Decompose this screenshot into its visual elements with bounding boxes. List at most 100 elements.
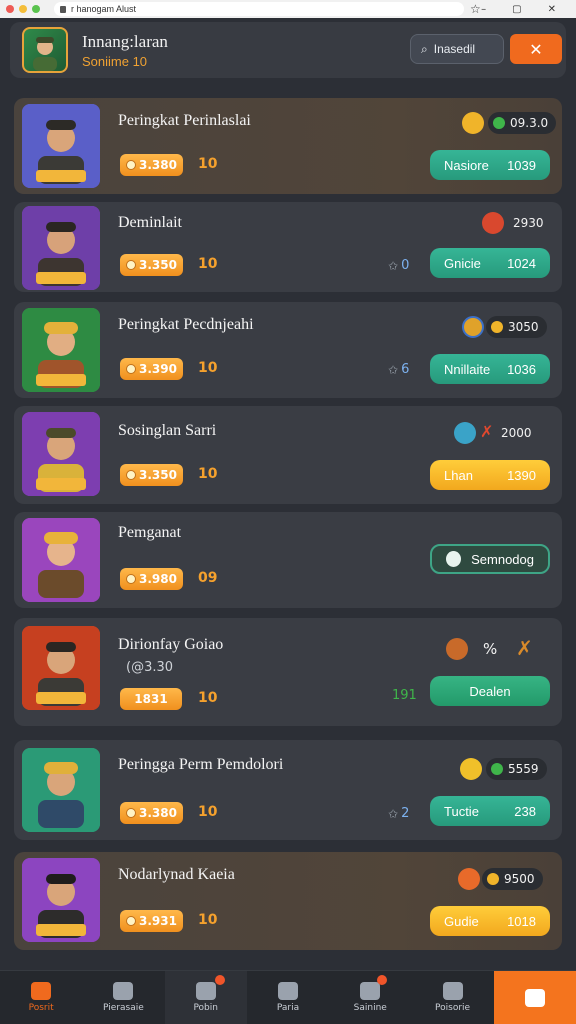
close-icon: ✕: [529, 39, 543, 59]
item-name: Peringga Perm Pemdolori: [118, 756, 284, 773]
avatar: [22, 206, 100, 290]
search-button[interactable]: ⌕ Inasedil: [410, 34, 504, 64]
action-button[interactable]: Lhan 1390: [430, 460, 550, 490]
address-bar[interactable]: r hanogam Alust: [54, 2, 464, 16]
nav-shield[interactable]: Sainine: [329, 971, 411, 1024]
level-value: 10: [198, 690, 218, 706]
gamepad-icon: [524, 988, 545, 1007]
nav-settings[interactable]: Pierasaie: [82, 971, 164, 1024]
browser-bar: r hanogam Alust ☆ – ▢ ✕: [0, 0, 576, 18]
item-name: Sosinglan Sarri: [118, 422, 217, 439]
list-item[interactable]: Pemganat 3.980 09 Semnodog: [14, 512, 562, 608]
nav-awards[interactable]: Paria: [247, 971, 329, 1024]
medal-icon: [458, 868, 480, 890]
search-icon: ⌕: [421, 41, 428, 56]
item-name: Dirionfay Goiao: [118, 636, 224, 653]
level-value: 10: [198, 256, 218, 272]
mushroom-icon: [446, 638, 468, 660]
medal-icon: [482, 212, 504, 234]
score-pill: 9500: [482, 868, 543, 890]
url-text: r hanogam Alust: [71, 4, 137, 14]
coin-badge: 3.350: [120, 464, 183, 486]
coin-badge: 3.380: [120, 802, 183, 824]
action-button[interactable]: Semnodog: [430, 544, 550, 574]
profile-avatar[interactable]: [22, 27, 68, 73]
close-button[interactable]: ✕: [510, 34, 562, 64]
app-header: Innang:laran Soniime 10 ⌕ Inasedil ✕: [10, 22, 566, 78]
notification-dot: [377, 975, 388, 985]
action-button[interactable]: Tuctie 238: [430, 796, 550, 826]
list-item[interactable]: Sosinglan Sarri 3.350 10 ✗ 2000 Lhan 1390: [14, 406, 562, 504]
close-window-dot[interactable]: [6, 5, 14, 13]
action-button[interactable]: Gnicie 1024: [430, 248, 550, 278]
shield-icon: [360, 982, 381, 1000]
coin-icon: [126, 160, 136, 170]
list-item[interactable]: Nodarlynad Kaeia 3.931 10 9500 Gudie 1018: [14, 852, 562, 950]
list-item[interactable]: Peringkat Perinlaslai 3.380 10 09.3.0 Na…: [14, 98, 562, 194]
coin-badge: 3.390: [120, 358, 183, 380]
avatar: [22, 412, 100, 496]
action-button[interactable]: Nasiore 1039: [430, 150, 550, 180]
score-stat: 191: [392, 688, 417, 703]
gem-icon: [491, 763, 503, 775]
item-name: Peringkat Perinlaslai: [118, 112, 251, 129]
level-value: 10: [198, 912, 218, 928]
medal-icon: [462, 316, 484, 338]
coin-badge: 3.931: [120, 910, 183, 932]
action-button[interactable]: Gudie 1018: [430, 906, 550, 936]
avatar: [22, 518, 100, 602]
helmet-icon: [442, 982, 463, 1000]
shield-icon: [454, 422, 476, 444]
item-name: Pemganat: [118, 524, 182, 541]
minimize-icon[interactable]: –: [481, 4, 486, 15]
nav-inbox[interactable]: Pobin: [164, 971, 247, 1024]
nav-profile[interactable]: Poisorie: [411, 971, 493, 1024]
restore-icon[interactable]: ▢: [512, 4, 521, 15]
level-value: 10: [198, 156, 218, 172]
bottom-nav: Posrit Pierasaie Pobin Paria Sainine Poi…: [0, 970, 576, 1024]
list-item[interactable]: Dirionfay Goiao (@3.30 1831 10 191 % ✗ D…: [14, 618, 562, 726]
cup-icon: [460, 758, 482, 780]
score-pill: 2930: [513, 216, 544, 230]
minimize-window-dot[interactable]: [19, 5, 27, 13]
star-icon: ✩: [388, 806, 399, 821]
avatar: [22, 308, 100, 392]
tag-icon: [446, 551, 462, 567]
item-subtitle: (@3.30: [126, 660, 174, 675]
avatar: [22, 748, 100, 832]
star-icon: ✩: [388, 258, 399, 273]
home-icon: [31, 982, 52, 1000]
star-icon: ✩: [388, 362, 399, 377]
nav-home[interactable]: Posrit: [0, 971, 82, 1024]
score-pill: 2000: [501, 426, 532, 440]
action-button[interactable]: Nnillaite 1036: [430, 354, 550, 384]
star-icon: [491, 321, 503, 333]
window-controls: [6, 5, 40, 13]
level-value: 10: [198, 466, 218, 482]
list-item[interactable]: Deminlait 3.350 10 ✩ 0 2930 Gnicie 1024: [14, 202, 562, 292]
level-value: 10: [198, 804, 218, 820]
bookmark-star-icon[interactable]: ☆: [470, 2, 481, 16]
avatar: [22, 626, 100, 710]
level-value: 09: [198, 570, 218, 586]
coin-badge: 3.380: [120, 154, 183, 176]
gear-icon: [113, 982, 134, 1000]
close-icon[interactable]: ✕: [548, 4, 556, 15]
maximize-window-dot[interactable]: [32, 5, 40, 13]
coin-badge: 3.980: [120, 568, 183, 590]
trophy-icon: [462, 112, 484, 134]
coin-badge: 3.350: [120, 254, 183, 276]
avatar: [22, 858, 100, 942]
score-pill: 09.3.0: [488, 112, 557, 134]
notification-dot: [214, 975, 225, 985]
item-name: Nodarlynad Kaeia: [118, 866, 235, 883]
nav-game[interactable]: [493, 971, 576, 1024]
coin-badge: 1831: [120, 688, 182, 710]
list-icon: [195, 982, 216, 1000]
star-stat: ✩ 0: [388, 258, 410, 273]
star-stat: ✩ 2: [388, 806, 410, 821]
item-name: Peringkat Pecdnjeahi: [118, 316, 254, 333]
list-item[interactable]: Peringga Perm Pemdolori 3.380 10 ✩ 2 5559…: [14, 740, 562, 840]
list-item[interactable]: Peringkat Pecdnjeahi 3.390 10 ✩ 6 3050 Nn…: [14, 302, 562, 398]
action-button[interactable]: Dealen: [430, 676, 550, 706]
